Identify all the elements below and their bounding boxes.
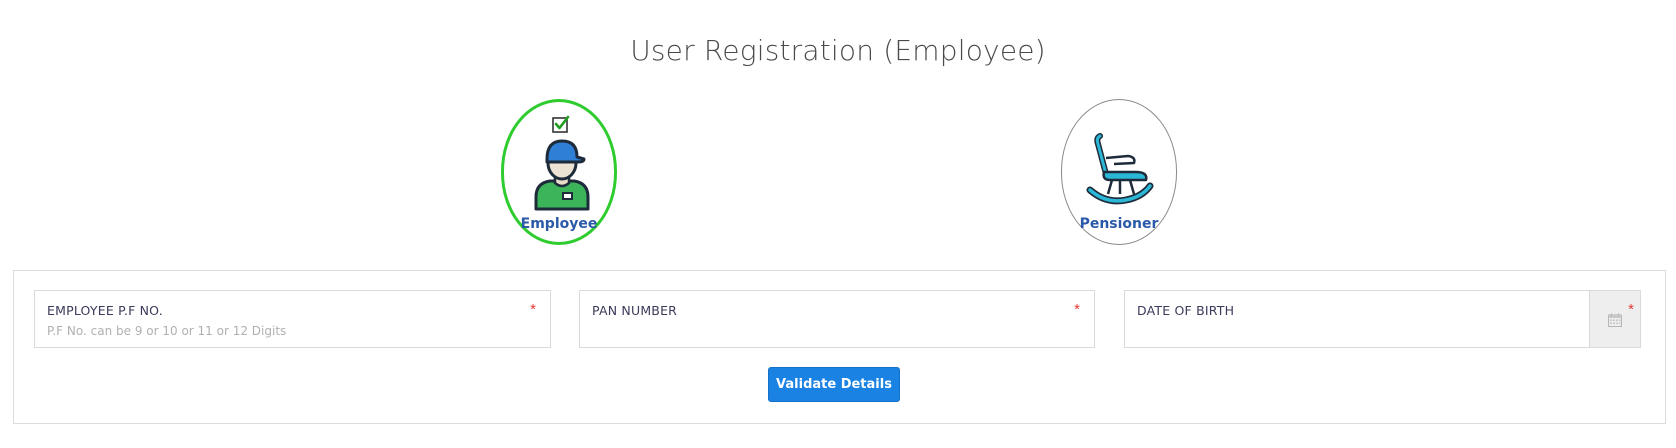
checkbox-checked-icon — [552, 115, 570, 133]
employee-pf-input[interactable] — [47, 321, 538, 341]
registration-form-panel: EMPLOYEE P.F NO. * PAN NUMBER * DATE OF … — [13, 270, 1666, 424]
pensioner-option-label: Pensioner — [1079, 216, 1159, 232]
employee-option-label: Employee — [520, 216, 598, 232]
pan-number-field[interactable]: PAN NUMBER * — [579, 290, 1095, 348]
date-of-birth-input[interactable] — [1137, 321, 1578, 341]
page-title: User Registration (Employee) — [630, 34, 1046, 67]
required-marker: * — [530, 301, 536, 318]
date-of-birth-label: DATE OF BIRTH — [1137, 303, 1235, 318]
validate-details-button[interactable]: Validate Details — [768, 367, 900, 402]
employee-pf-field[interactable]: EMPLOYEE P.F NO. * — [34, 290, 551, 348]
rocking-chair-icon — [1086, 133, 1154, 205]
pan-number-input[interactable] — [592, 321, 1082, 341]
pan-number-label: PAN NUMBER — [592, 303, 678, 318]
employee-option-card[interactable]: Employee — [501, 99, 617, 245]
employee-pf-label: EMPLOYEE P.F NO. — [47, 303, 163, 318]
employee-avatar-icon — [534, 139, 590, 211]
calendar-icon — [1608, 313, 1622, 327]
required-marker: * — [1628, 301, 1634, 318]
pensioner-option-card[interactable]: Pensioner — [1061, 99, 1177, 245]
required-marker: * — [1074, 301, 1080, 318]
date-of-birth-field[interactable]: DATE OF BIRTH * — [1124, 290, 1641, 348]
calendar-button[interactable] — [1589, 291, 1640, 347]
